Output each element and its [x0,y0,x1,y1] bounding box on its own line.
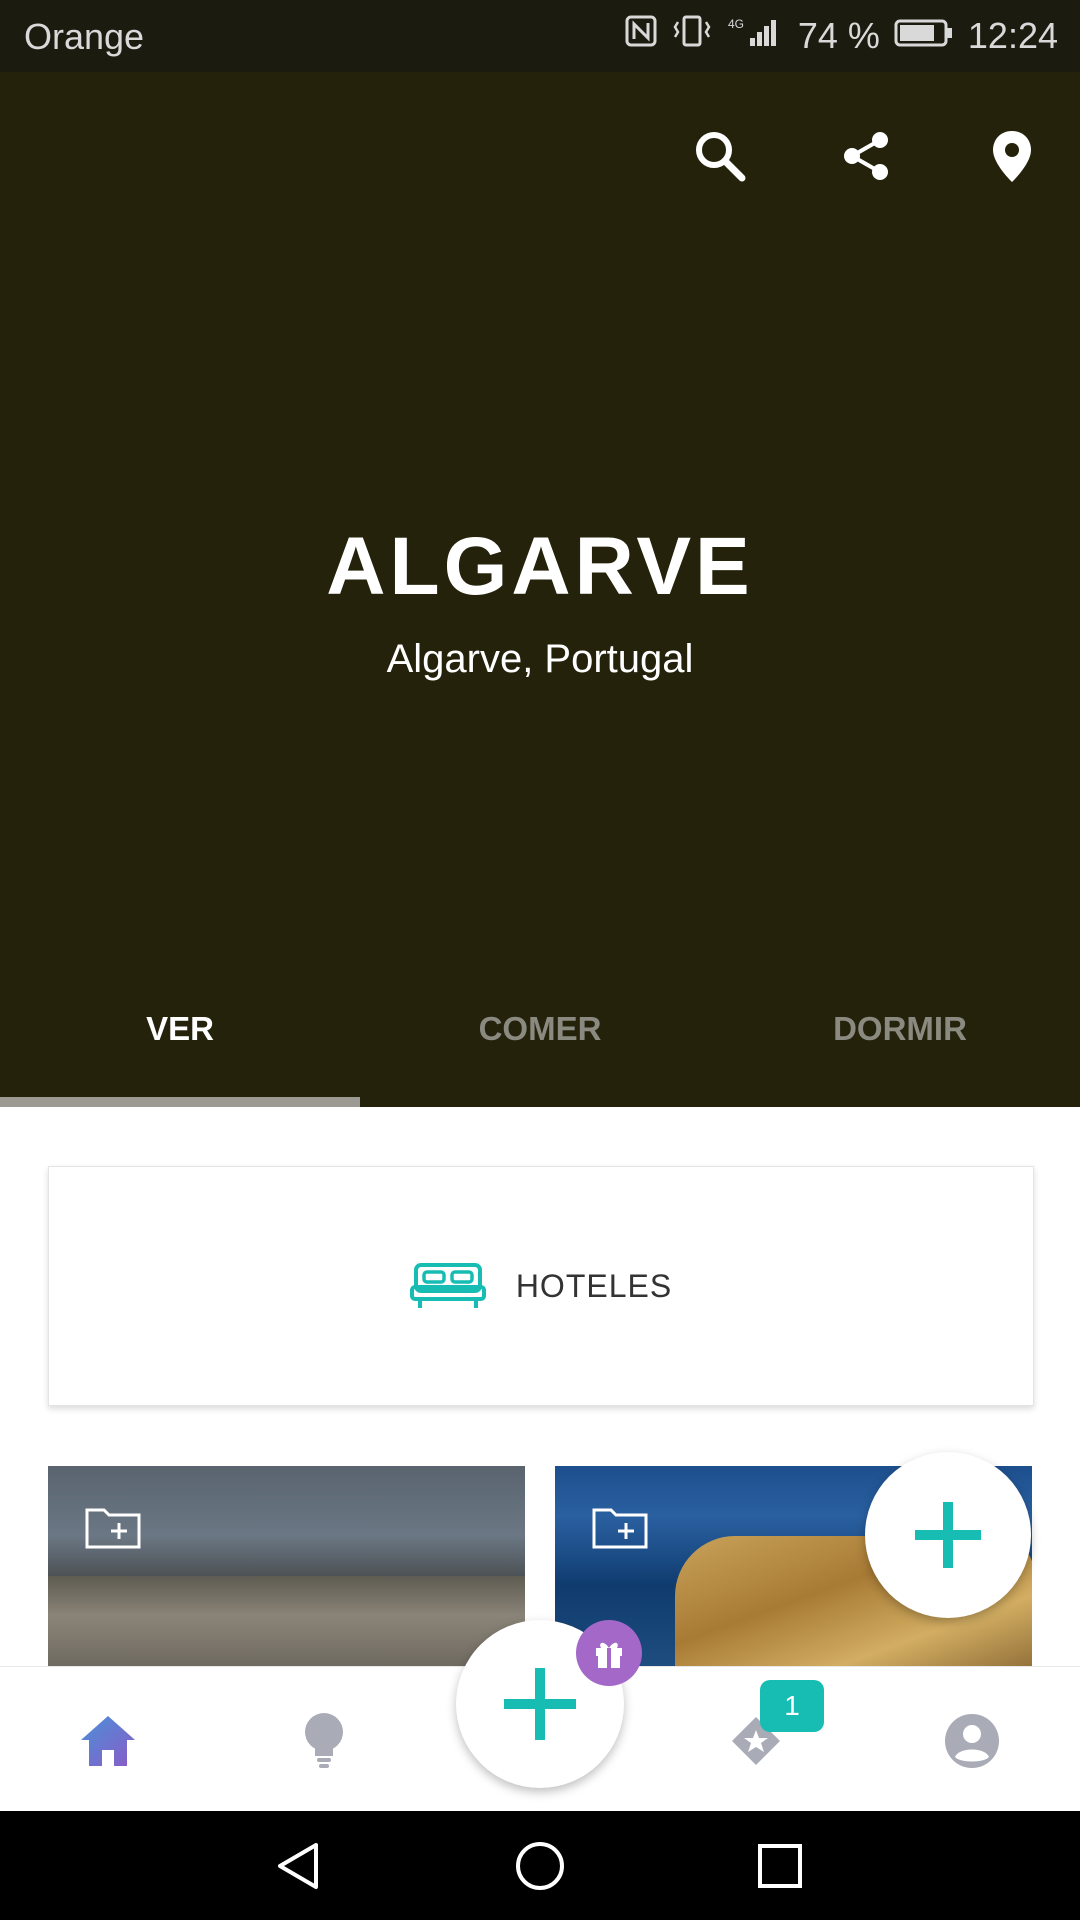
recents-icon[interactable] [755,1841,805,1891]
bed-icon [409,1263,486,1308]
page-subtitle: Algarve, Portugal [386,637,694,681]
carrier-name: Orange [24,16,145,57]
clock: 12:24 [967,14,1058,56]
gift-badge[interactable] [576,1620,642,1686]
destination-header: ALGARVE Algarve, Portugal [0,72,1080,1107]
network-type: 4G [728,17,744,31]
place-card[interactable] [48,1466,525,1666]
nav-ideas[interactable] [294,1711,354,1771]
location-button[interactable] [984,128,1040,184]
page-title: ALGARVE [326,521,754,612]
folder-add-icon[interactable] [591,1504,649,1550]
header-actions [692,128,1040,184]
hotels-label: HOTELES [515,1267,673,1304]
tab-ver[interactable]: VER [0,1010,360,1048]
nav-home[interactable] [78,1711,138,1771]
nav-profile[interactable] [942,1711,1002,1771]
active-tab-indicator [0,1097,360,1107]
system-navigation-bar [0,1811,1080,1920]
share-icon [844,132,888,180]
add-button[interactable] [865,1452,1031,1618]
signal-icon: 4G [726,14,784,57]
home-icon [81,1716,135,1766]
lightbulb-icon [305,1713,343,1768]
vibrate-icon [672,14,712,57]
location-pin-icon [993,131,1031,182]
category-tabs: VER COMER DORMIR [0,960,1080,1107]
gift-icon [596,1642,622,1668]
search-button[interactable] [692,128,748,184]
plus-icon [915,1502,981,1568]
home-circle-icon[interactable] [515,1841,565,1891]
tab-comer[interactable]: COMER [360,1010,720,1048]
status-icons: 4G 74 % 12:24 [624,14,1058,57]
nfc-icon [624,14,658,57]
battery-percent: 74 % [797,14,880,56]
status-bar: Orange 4G 74 % 12:24 [0,0,1080,72]
folder-add-icon[interactable] [84,1504,142,1550]
hotels-card[interactable]: HOTELES [48,1166,1034,1406]
favorites-count-badge: 1 [760,1680,824,1732]
battery-icon [894,15,954,57]
tab-dormir[interactable]: DORMIR [720,1010,1080,1048]
search-icon [696,132,746,182]
profile-icon [945,1714,999,1768]
back-icon[interactable] [274,1841,324,1891]
place-photo [48,1576,525,1666]
plus-icon [504,1668,576,1740]
share-button[interactable] [838,128,894,184]
